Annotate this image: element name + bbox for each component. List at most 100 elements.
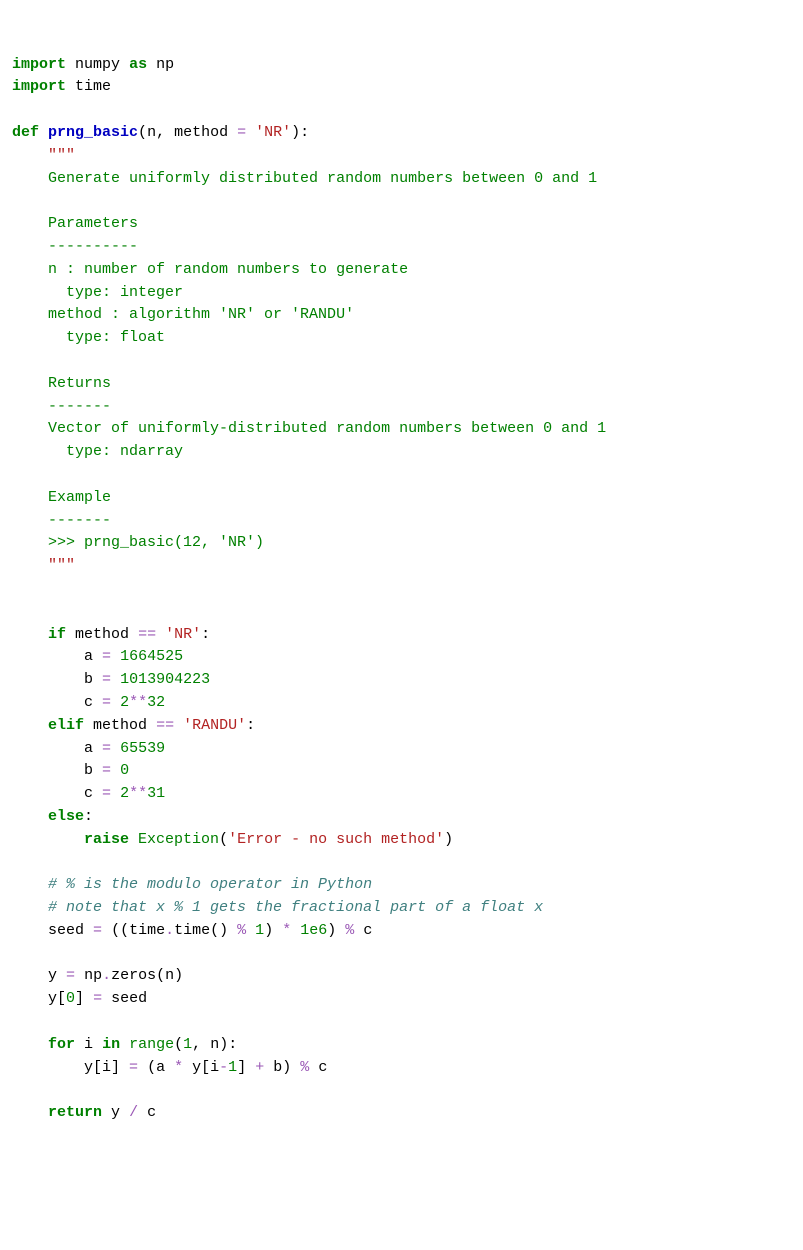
op-pow: ** <box>129 694 147 711</box>
op-assign: = <box>102 671 111 688</box>
var-y-index: y[ <box>48 990 66 1007</box>
param-method: method <box>174 124 228 141</box>
kw-return: return <box>48 1104 102 1121</box>
var-c: c <box>84 694 93 711</box>
docstring-line: ---------- <box>48 238 138 255</box>
exception-name: Exception <box>138 831 219 848</box>
colon: : <box>201 626 210 643</box>
num-literal: 65539 <box>120 740 165 757</box>
expr: y[i] <box>84 1059 120 1076</box>
op-assign: = <box>102 740 111 757</box>
var-seed: seed <box>48 922 84 939</box>
op-assign: = <box>237 124 246 141</box>
docstring-line: type: ndarray <box>48 443 183 460</box>
op-dot: . <box>165 922 174 939</box>
paren: ) <box>264 922 273 939</box>
paren-open: ( <box>138 124 147 141</box>
code-block: import numpy as np import time def prng_… <box>12 54 791 1125</box>
num-literal: 2 <box>120 694 129 711</box>
op-assign: = <box>102 785 111 802</box>
op-mod: % <box>237 922 246 939</box>
op-pow: ** <box>129 785 147 802</box>
var-a: a <box>84 648 93 665</box>
docstring-line: Generate uniformly distributed random nu… <box>48 170 597 187</box>
var-i: i <box>84 1036 93 1053</box>
num-literal: 32 <box>147 694 165 711</box>
docstring-line: n : number of random numbers to generate <box>48 261 408 278</box>
op-eq: == <box>156 717 174 734</box>
comment-line: # note that x % 1 gets the fractional pa… <box>48 899 543 916</box>
num-literal: 0 <box>66 990 75 1007</box>
docstring-line: ------- <box>48 512 111 529</box>
var-b: b <box>84 671 93 688</box>
colon: : <box>246 717 255 734</box>
param-n: n <box>147 124 156 141</box>
bracket: ] <box>237 1059 246 1076</box>
op-eq: == <box>138 626 156 643</box>
op-mul: * <box>174 1059 183 1076</box>
docstring-line: ------- <box>48 398 111 415</box>
kw-elif: elif <box>48 717 84 734</box>
kw-else: else <box>48 808 84 825</box>
num-literal: 1e6 <box>300 922 327 939</box>
kw-import: import <box>12 78 66 95</box>
kw-for: for <box>48 1036 75 1053</box>
var-seed: seed <box>111 990 147 1007</box>
expr: np <box>84 967 102 984</box>
str-randu: 'RANDU' <box>183 717 246 734</box>
op-assign: = <box>102 648 111 665</box>
comment-line: # % is the modulo operator in Python <box>48 876 372 893</box>
op-plus: + <box>255 1059 264 1076</box>
comma: , <box>192 1036 201 1053</box>
paren-open: ( <box>174 1036 183 1053</box>
op-mod: % <box>300 1059 309 1076</box>
num-literal: 31 <box>147 785 165 802</box>
expr: zeros(n) <box>111 967 183 984</box>
var-c: c <box>84 785 93 802</box>
docstring-line: >>> prng_basic(12, 'NR') <box>48 534 264 551</box>
expr: time() <box>174 922 228 939</box>
num-literal: 1 <box>255 922 264 939</box>
paren: ) <box>327 922 336 939</box>
docstring-line: type: float <box>48 329 165 346</box>
expr: n): <box>210 1036 237 1053</box>
expr: ((time <box>111 922 165 939</box>
var-c: c <box>318 1059 327 1076</box>
num-literal: 1 <box>183 1036 192 1053</box>
var-b: b <box>84 762 93 779</box>
var-y: y <box>48 967 57 984</box>
kw-as: as <box>129 56 147 73</box>
op-assign: = <box>102 762 111 779</box>
builtin-range: range <box>129 1036 174 1053</box>
var-y: y <box>111 1104 120 1121</box>
module-numpy: numpy <box>75 56 120 73</box>
docstring-line: type: integer <box>48 284 183 301</box>
op-assign: = <box>93 990 102 1007</box>
var-a: a <box>84 740 93 757</box>
paren-close: ): <box>291 124 309 141</box>
str-nr: 'NR' <box>165 626 201 643</box>
docstring-line: method : algorithm 'NR' or 'RANDU' <box>48 306 354 323</box>
var-c: c <box>147 1104 156 1121</box>
docstring-line: Returns <box>48 375 111 392</box>
op-mul: * <box>282 922 291 939</box>
num-literal: 0 <box>120 762 129 779</box>
paren-close: ) <box>444 831 453 848</box>
str-error: 'Error - no such method' <box>228 831 444 848</box>
op-assign: = <box>66 967 75 984</box>
op-minus: - <box>219 1059 228 1076</box>
colon: : <box>84 808 93 825</box>
op-mod: % <box>345 922 354 939</box>
expr: (a <box>147 1059 165 1076</box>
var-c: c <box>363 922 372 939</box>
kw-if: if <box>48 626 66 643</box>
docstring-close: """ <box>48 557 75 574</box>
expr: y[i <box>192 1059 219 1076</box>
paren-open: ( <box>219 831 228 848</box>
op-assign: = <box>129 1059 138 1076</box>
bracket-close: ] <box>75 990 84 1007</box>
op-assign: = <box>102 694 111 711</box>
kw-raise: raise <box>84 831 129 848</box>
docstring-line: Vector of uniformly-distributed random n… <box>48 420 606 437</box>
function-name: prng_basic <box>48 124 138 141</box>
